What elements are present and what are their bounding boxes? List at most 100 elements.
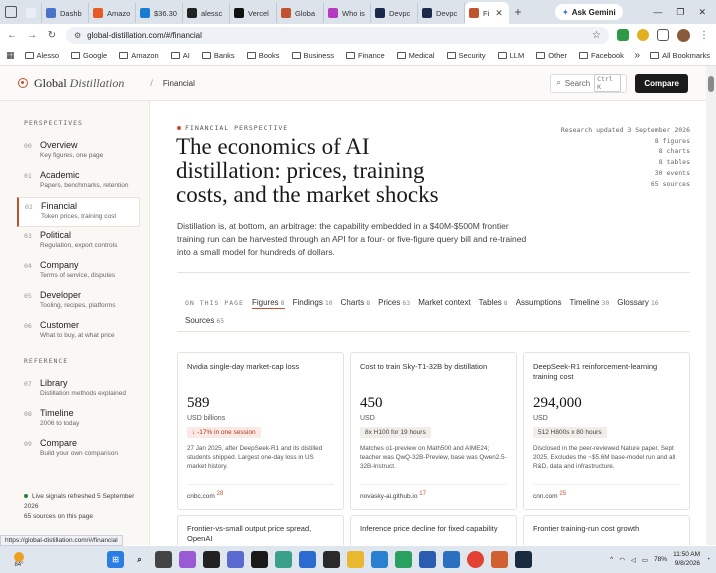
app-icon[interactable] <box>227 551 244 568</box>
toc-link-timeline[interactable]: Timeline 30 <box>570 298 610 309</box>
bookmark-item[interactable]: Other <box>536 51 567 60</box>
compare-button[interactable]: Compare <box>635 73 688 93</box>
battery-icon[interactable]: ▭ <box>642 556 648 564</box>
browser-tab[interactable] <box>22 3 42 23</box>
close-tab-icon[interactable]: ✕ <box>495 8 503 19</box>
app-icon[interactable] <box>395 551 412 568</box>
url-bar[interactable]: ⚙ global-distillation.com/#/financial ☆ <box>66 26 609 44</box>
site-info-icon[interactable]: ⚙ <box>74 31 81 40</box>
file-explorer-icon[interactable] <box>347 551 364 568</box>
profile-avatar[interactable] <box>677 28 690 42</box>
source-ref[interactable]: 28 <box>217 491 224 497</box>
source-link[interactable]: cnn.com <box>533 493 558 500</box>
task-view-icon[interactable] <box>155 551 172 568</box>
bookmark-item[interactable]: Security <box>446 51 486 60</box>
app-icon[interactable] <box>203 551 220 568</box>
sidebar-item-overview[interactable]: 00 Overview Key figures, one page <box>0 137 149 167</box>
app-icon[interactable] <box>299 551 316 568</box>
logo-icon[interactable] <box>18 78 28 88</box>
sidebar-item-political[interactable]: 03 Political Regulation, export controls <box>0 227 149 257</box>
browser-tab[interactable]: Who is <box>324 3 371 23</box>
bookmark-item[interactable]: Facebook <box>578 51 624 60</box>
browser-tab[interactable]: Amazo <box>89 3 136 23</box>
url-text[interactable]: global-distillation.com/#/financial <box>87 31 202 40</box>
toc-link-figures[interactable]: Figures 8 <box>251 298 285 309</box>
sidebar-item-customer[interactable]: 06 Customer What to buy, at what price <box>0 317 149 347</box>
taskbar-search-icon[interactable]: ⌕ <box>131 551 148 568</box>
ask-gemini-button[interactable]: ✦ Ask Gemini <box>555 4 623 20</box>
toc-link-glossary[interactable]: Glossary 16 <box>617 298 658 309</box>
toc-link-charts[interactable]: Charts 8 <box>341 298 370 309</box>
toc-link-market-context[interactable]: Market context <box>418 298 470 309</box>
brand-logo[interactable]: Global Distillation <box>34 76 124 91</box>
browser-tab[interactable]: Devpc <box>418 3 465 23</box>
source-link[interactable]: cnbc.com <box>187 493 215 500</box>
toc-link-assumptions[interactable]: Assumptions <box>516 298 562 309</box>
bookmark-item[interactable]: Books <box>246 51 280 60</box>
wifi-icon[interactable]: ◠ <box>619 556 625 564</box>
bookmark-item[interactable]: Banks <box>201 51 235 60</box>
bookmark-item[interactable]: Business <box>291 51 334 60</box>
copilot-icon[interactable] <box>179 551 196 568</box>
extension-check-icon[interactable] <box>617 29 629 41</box>
forward-icon[interactable]: → <box>26 30 38 41</box>
figure-card[interactable]: Inference price decline for fixed capabi… <box>350 515 517 545</box>
source-link[interactable]: novasky-ai.github.io <box>360 493 417 500</box>
sidebar-item-compare[interactable]: 09 Compare Build your own comparison <box>0 435 149 465</box>
tray-chevron-icon[interactable]: ^ <box>610 556 613 563</box>
app-icon[interactable] <box>371 551 388 568</box>
browser-tab[interactable]: alessc <box>183 3 230 23</box>
bookmark-item[interactable]: Finance <box>345 51 385 60</box>
restore-icon[interactable]: ❐ <box>676 7 684 18</box>
app-icon[interactable] <box>443 551 460 568</box>
close-window-icon[interactable]: ✕ <box>698 7 706 18</box>
bookmark-item[interactable]: Medical <box>396 51 435 60</box>
minimize-icon[interactable]: — <box>653 7 662 18</box>
figure-card[interactable]: Nvidia single-day market-cap loss 589 USD … <box>177 352 344 510</box>
start-icon[interactable]: ⊞ <box>107 551 124 568</box>
extensions-puzzle-icon[interactable] <box>657 29 669 41</box>
app-icon[interactable] <box>515 551 532 568</box>
bookmark-item[interactable]: AI <box>170 51 190 60</box>
sidebar-item-developer[interactable]: 05 Developer Tooling, recipes, platforms <box>0 287 149 317</box>
reload-icon[interactable]: ↻ <box>46 30 58 41</box>
figure-card[interactable]: DeepSeek-R1 reinforcement-learning train… <box>523 352 690 510</box>
bookmark-item[interactable]: Alesso <box>24 51 59 60</box>
sidebar-item-timeline[interactable]: 08 Timeline 2006 to today <box>0 405 149 435</box>
terminal-icon[interactable] <box>323 551 340 568</box>
source-ref[interactable]: 25 <box>559 491 566 497</box>
source-ref[interactable]: 17 <box>419 491 426 497</box>
sidebar-item-financial[interactable]: 02 Financial Token prices, training cost <box>17 197 140 227</box>
extension-lock-icon[interactable] <box>637 29 649 41</box>
browser-tab[interactable]: Devpc <box>371 3 418 23</box>
chrome-icon[interactable] <box>467 551 484 568</box>
app-icon[interactable] <box>275 551 292 568</box>
weather-widget[interactable]: 84° <box>0 551 30 568</box>
new-tab-button[interactable]: + <box>509 5 527 19</box>
search-button[interactable]: ⌕ Search Ctrl K <box>550 73 628 93</box>
browser-menu-icon[interactable]: ⋮ <box>698 30 710 41</box>
browser-tab[interactable]: Globa <box>277 3 324 23</box>
sidebar-item-academic[interactable]: 01 Academic Papers, benchmarks, retention <box>0 167 149 197</box>
browser-tab[interactable]: Vercel <box>230 3 277 23</box>
figure-card[interactable]: Frontier training-run cost growth <box>523 515 690 545</box>
bookmark-item[interactable]: Amazon <box>119 51 159 60</box>
apps-grid-icon[interactable]: ▦ <box>6 50 15 61</box>
app-icon[interactable] <box>419 551 436 568</box>
browser-tab[interactable]: $36.30 <box>136 3 183 23</box>
toc-link-tables[interactable]: Tables 8 <box>479 298 508 309</box>
browser-tab[interactable]: Dashb <box>42 3 89 23</box>
more-bookmarks-icon[interactable]: » <box>635 50 641 61</box>
volume-icon[interactable]: ◁ <box>631 556 636 564</box>
back-icon[interactable]: ← <box>6 30 18 41</box>
bookmark-item[interactable]: Google <box>71 51 107 60</box>
figure-card[interactable]: Frontier-vs-small output price spread, O… <box>177 515 344 545</box>
browser-tab[interactable]: Fi ✕ <box>465 2 509 24</box>
figure-card[interactable]: Cost to train Sky-T1-32B by distillation… <box>350 352 517 510</box>
all-bookmarks-button[interactable]: All Bookmarks <box>650 51 710 60</box>
sidebar-item-company[interactable]: 04 Company Terms of service, disputes <box>0 257 149 287</box>
bookmark-item[interactable]: LLM <box>497 51 524 60</box>
app-icon[interactable] <box>251 551 268 568</box>
toc-link-prices[interactable]: Prices 63 <box>378 298 410 309</box>
toc-link-sources[interactable]: Sources 65 <box>185 316 224 325</box>
